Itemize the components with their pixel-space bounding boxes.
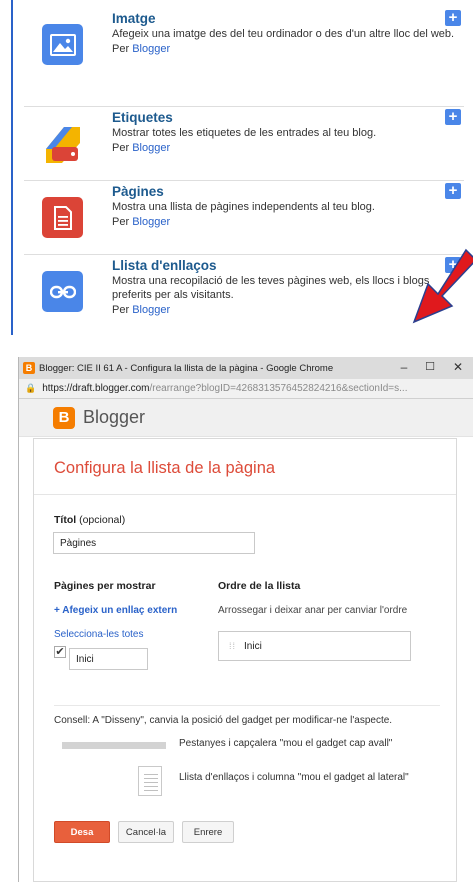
gadget-title[interactable]: Etiquetes [112, 109, 460, 126]
save-button[interactable]: Desa [54, 821, 110, 843]
select-all-link[interactable]: Selecciona-les totes [54, 629, 144, 640]
gadget-title[interactable]: Pàgines [112, 183, 460, 200]
drag-handle-icon[interactable]: ⁞⁞ [229, 641, 236, 651]
order-item-inici[interactable]: ⁞⁞ Inici [218, 631, 411, 661]
blogger-header: B Blogger [19, 399, 473, 437]
gadget-description: Mostrar totes les etiquetes de les entra… [112, 127, 377, 139]
add-external-link[interactable]: + Afegeix un enllaç extern [54, 605, 177, 616]
pages-to-show-heading: Pàgines per mostrar [54, 580, 156, 592]
author-link[interactable]: Blogger [132, 142, 170, 154]
window-titlebar[interactable]: B Blogger: CIE II 61 A - Configura la ll… [19, 357, 473, 379]
image-icon [42, 24, 83, 65]
gadget-author: Per Blogger [112, 214, 460, 230]
add-gadget-button[interactable]: + [445, 183, 461, 199]
list-order-heading: Ordre de la llista [218, 580, 300, 592]
author-link[interactable]: Blogger [132, 43, 170, 55]
author-link[interactable]: Blogger [132, 304, 170, 316]
author-prefix: Per [112, 304, 130, 316]
pages-icon [42, 197, 83, 238]
tip-text: Consell: A "Disseny", canvia la posició … [54, 715, 393, 726]
gadget-author: Per Blogger [112, 41, 460, 57]
pages-heading-text: Pàgines per mostrar [54, 580, 156, 592]
panel-left-border [11, 0, 13, 335]
gadget-row-labels[interactable]: Etiquetes Mostrar totes les etiquetes de… [24, 106, 464, 178]
gadget-text: Pàgines Mostra una llista de pàgines ind… [112, 183, 460, 230]
gadget-text: Etiquetes Mostrar totes les etiquetes de… [112, 109, 460, 156]
blogger-favicon-icon: B [23, 362, 35, 374]
link-icon [42, 271, 83, 312]
address-bar[interactable]: 🔒 https://draft.blogger.com/rearrange?bl… [19, 379, 473, 399]
cancel-button[interactable]: Cancel·la [118, 821, 174, 843]
blogger-logo-letter: B [58, 408, 70, 426]
divider [34, 494, 456, 495]
dialog-title: Configura la llista de la pàgina [54, 459, 276, 477]
divider [54, 705, 440, 706]
author-prefix: Per [112, 43, 130, 55]
title-field-label: Títol (opcional) [54, 514, 125, 526]
tip-list-text: Llista d'enllaços i columna "mou el gadg… [179, 772, 409, 783]
order-heading-text: Ordre de la llista [218, 580, 301, 592]
title-label: Títol [54, 514, 77, 526]
configure-page-list-dialog: Configura la llista de la pàgina Títol (… [33, 438, 457, 882]
gadget-row-pages[interactable]: Pàgines Mostra una llista de pàgines ind… [24, 180, 464, 252]
window-title: Blogger: CIE II 61 A - Configura la llis… [39, 362, 334, 374]
blogger-brand-name: Blogger [83, 407, 146, 427]
tabs-preview-icon [62, 742, 166, 749]
add-gadget-button[interactable]: + [445, 10, 461, 26]
gadget-description: Afegeix una imatge des del teu ordinador… [112, 28, 455, 40]
gadget-list-panel: Imatge Afegeix una imatge des del teu or… [0, 0, 473, 335]
gadget-text: Imatge Afegeix una imatge des del teu or… [112, 10, 460, 57]
add-gadget-button[interactable]: + [445, 109, 461, 125]
title-label-optional: (opcional) [79, 514, 126, 526]
author-prefix: Per [112, 142, 130, 154]
page-checkbox[interactable]: ✔ [54, 646, 66, 658]
back-button[interactable]: Enrere [182, 821, 234, 843]
label-icon [42, 123, 83, 164]
order-item-label: Inici [244, 640, 262, 652]
author-link[interactable]: Blogger [132, 216, 170, 228]
url-path: /rearrange?blogID=4268313576452824216&se… [149, 383, 408, 394]
url-host: https://draft.blogger.com [42, 383, 150, 394]
list-preview-icon [138, 766, 162, 796]
gadget-description: Mostra una llista de pàgines independent… [112, 201, 375, 213]
gadget-title[interactable]: Imatge [112, 10, 460, 27]
page-item-inici[interactable]: Inici [69, 648, 148, 670]
title-input[interactable]: Pàgines [53, 532, 255, 554]
tip-tabs-text: Pestanyes i capçalera "mou el gadget cap… [179, 738, 393, 749]
maximize-button[interactable]: ☐ [423, 360, 437, 373]
close-button[interactable]: ✕ [451, 360, 465, 374]
red-arrow-icon [412, 248, 473, 324]
gadget-author: Per Blogger [112, 140, 460, 156]
chrome-window: B Blogger: CIE II 61 A - Configura la ll… [18, 357, 473, 882]
gadget-row-image[interactable]: Imatge Afegeix una imatge des del teu or… [24, 8, 464, 80]
lock-icon: 🔒 [25, 383, 37, 393]
drag-drop-hint: Arrossegar i deixar anar per canviar l'o… [218, 605, 408, 616]
author-prefix: Per [112, 216, 130, 228]
gadget-row-link-list[interactable]: Llista d'enllaços Mostra una recopilació… [24, 254, 464, 334]
blogger-logo-icon[interactable]: B [53, 406, 75, 429]
minimize-button[interactable]: – [397, 360, 411, 374]
